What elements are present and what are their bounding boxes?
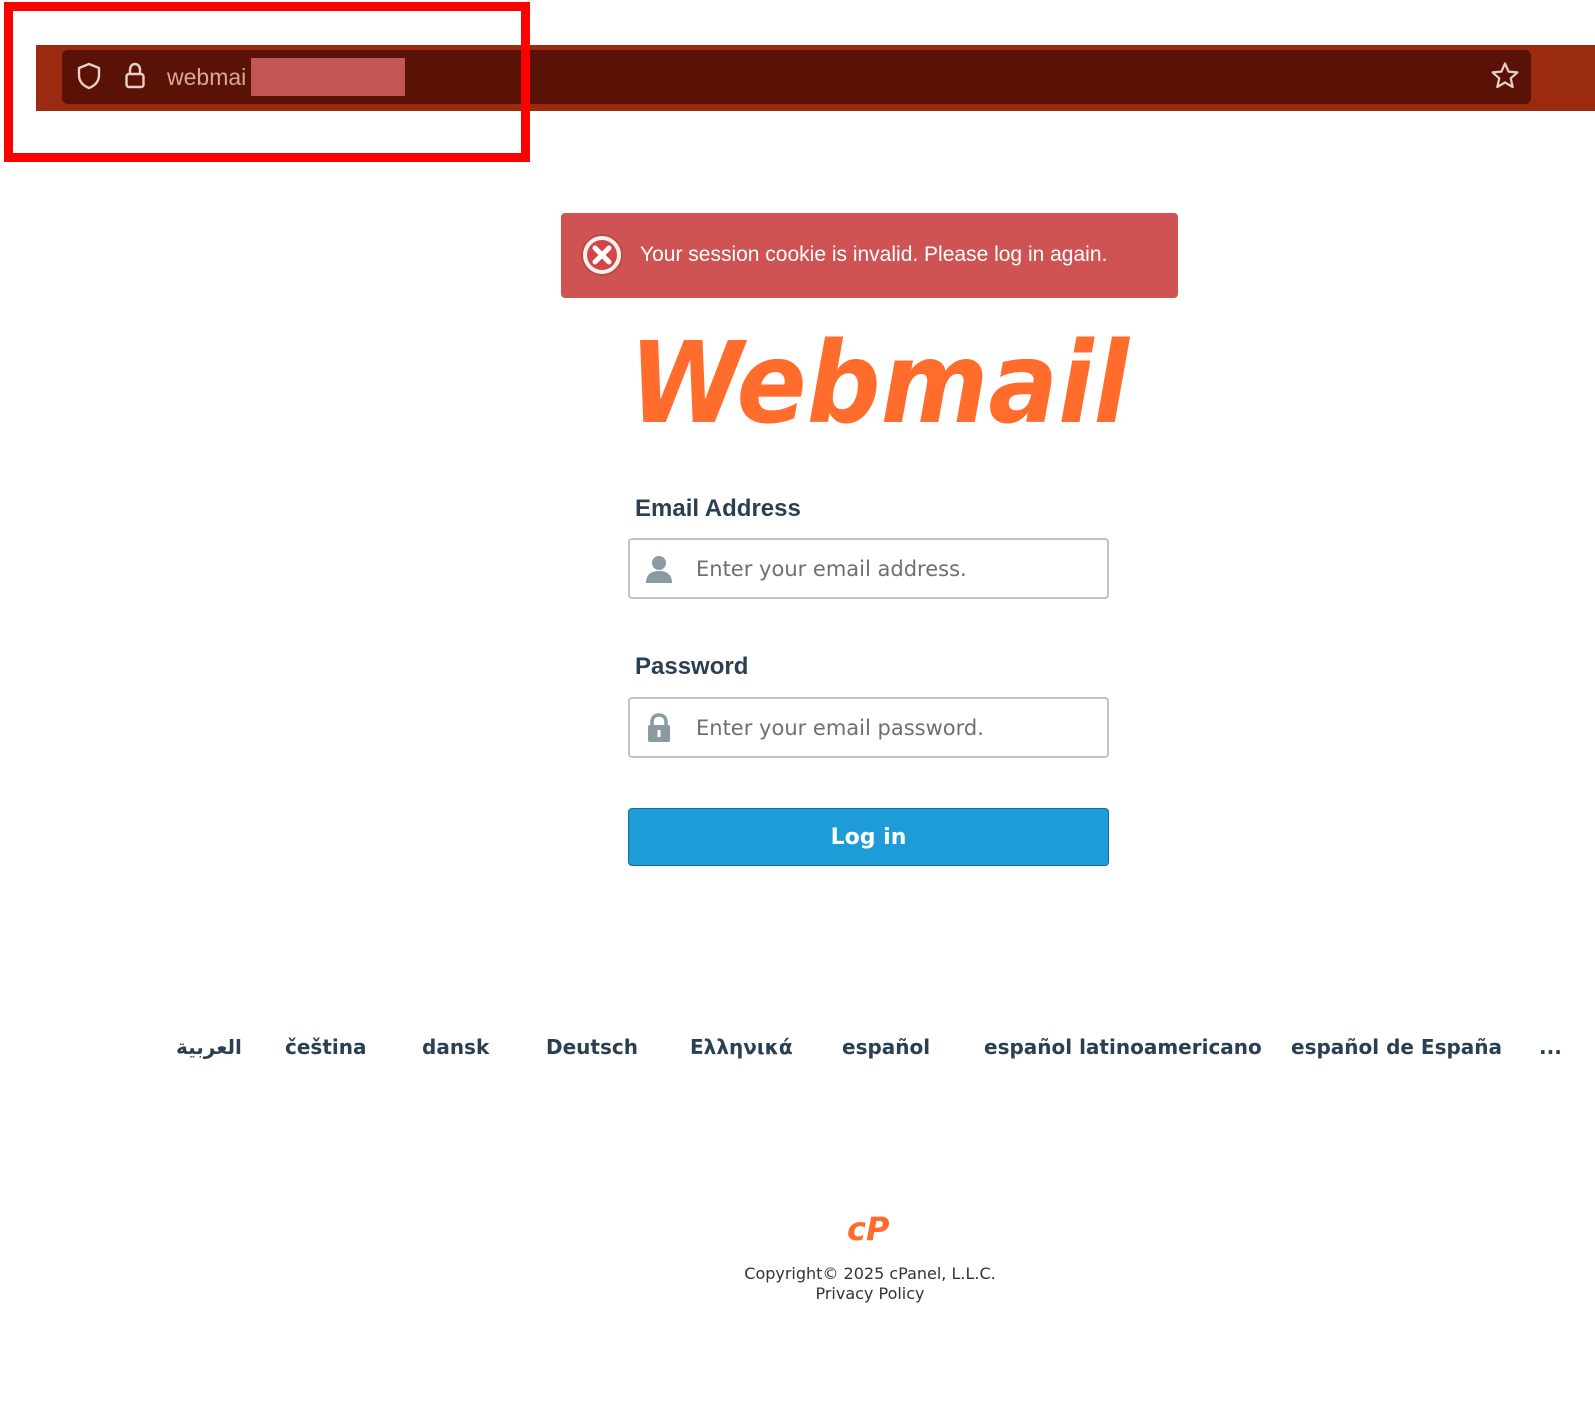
language-link-spanish[interactable]: español: [842, 1033, 930, 1061]
language-link-czech[interactable]: čeština: [285, 1033, 366, 1061]
language-link-spanish-latam[interactable]: español latinoamericano: [984, 1033, 1262, 1061]
alert-message: Your session cookie is invalid. Please l…: [640, 243, 1108, 266]
login-button[interactable]: Log in: [628, 808, 1109, 866]
email-input[interactable]: [696, 540, 1096, 597]
password-label: Password: [635, 653, 749, 680]
error-alert: Your session cookie is invalid. Please l…: [561, 213, 1178, 298]
error-x-icon: [581, 234, 623, 276]
language-link-danish[interactable]: dansk: [422, 1033, 489, 1061]
language-link-german[interactable]: Deutsch: [546, 1033, 638, 1061]
user-icon: [646, 556, 672, 583]
svg-text:Webmail: Webmail: [629, 322, 1130, 440]
more-languages-button[interactable]: ...: [1539, 1033, 1562, 1061]
language-link-spanish-spain[interactable]: español de España: [1291, 1033, 1502, 1061]
language-link-greek[interactable]: Ελληνικά: [690, 1033, 793, 1061]
privacy-policy-link[interactable]: Privacy Policy: [0, 1284, 1595, 1304]
email-field-wrapper: [628, 538, 1109, 599]
webmail-logo: Webmail: [629, 322, 1130, 440]
star-icon[interactable]: [1490, 61, 1520, 91]
svg-text:cP: cP: [847, 1210, 890, 1246]
cpanel-logo: cP: [847, 1210, 890, 1246]
language-link-arabic[interactable]: العربية: [176, 1033, 242, 1061]
email-label: Email Address: [635, 495, 801, 522]
copyright-text: Copyright© 2025 cPanel, L.L.C.: [744, 1264, 996, 1283]
highlight-box: [4, 2, 530, 162]
password-field-wrapper: [628, 697, 1109, 758]
password-input[interactable]: [696, 699, 1096, 756]
lock-icon: [648, 713, 670, 742]
